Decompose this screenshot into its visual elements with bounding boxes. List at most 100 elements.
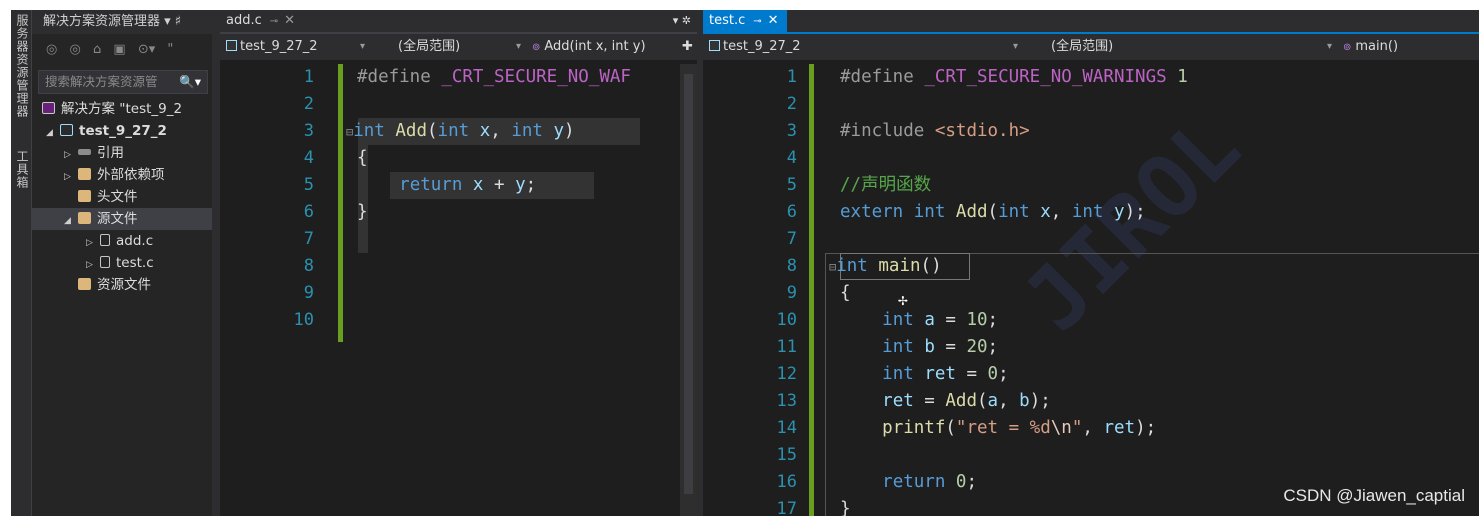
folder-icon	[78, 278, 91, 290]
scrollbar-thumb[interactable]	[684, 74, 693, 494]
switch-views-icon[interactable]: ▣	[113, 42, 125, 57]
back-icon[interactable]: ◎	[46, 42, 57, 57]
server-explorer-tab[interactable]: 服务器资源管理器	[14, 14, 29, 118]
tree-item-source-files[interactable]: ◢ 源文件	[32, 208, 212, 230]
tree-item-solution[interactable]: 解决方案 "test_9_2	[42, 98, 182, 120]
chevron-down-icon[interactable]: ▾	[516, 34, 530, 60]
line-number: 7	[786, 229, 797, 249]
collapsed-arrow-icon[interactable]: ▷	[64, 166, 78, 188]
tree-item-resource-files[interactable]: 资源文件	[78, 274, 151, 296]
line-number: 10	[293, 310, 314, 330]
navigation-bar: test_9_27_2 ▾ (全局范围) ▾ ⊚ Add(int x, int y…	[220, 34, 697, 60]
pin-icon[interactable]: ⊸	[753, 16, 761, 27]
member-dropdown[interactable]: ⊚ main()	[1343, 34, 1463, 61]
project-icon	[226, 40, 237, 51]
collapsed-arrow-icon[interactable]: ▷	[64, 144, 78, 166]
credit-watermark: CSDN @Jiawen_captial	[1283, 486, 1465, 505]
code-line: }	[357, 202, 368, 222]
tab-add-c[interactable]: add.c ⊸ ✕	[220, 10, 303, 32]
solution-explorer-toolbar: ◎ ◎ ⌂ ▣ ⊙▾ "	[32, 34, 212, 66]
navigation-bar: test_9_27_2 ▾ (全局范围) ▾ ⊚ main()	[703, 34, 1479, 60]
change-tracking-bar	[338, 64, 343, 342]
tree-item-add-c[interactable]: ▷ add.c	[86, 230, 153, 252]
solution-explorer: 解决方案资源管理器 ▾ ♯ ◎ ◎ ⌂ ▣ ⊙▾ " 搜索解决方案资源管 🔍▾ …	[32, 10, 212, 516]
code-line: int a = 10;	[882, 310, 999, 330]
collapsed-arrow-icon[interactable]: ▷	[86, 254, 100, 276]
solution-search-input[interactable]: 搜索解决方案资源管 🔍▾	[38, 70, 208, 94]
chevron-down-icon[interactable]: ▾	[360, 34, 372, 60]
line-number: 3	[786, 121, 797, 141]
toolbox-tab[interactable]: 工具箱	[14, 150, 29, 189]
solution-icon	[42, 102, 55, 114]
pin-icon[interactable]: ⊸	[270, 16, 278, 27]
line-number: 4	[303, 148, 314, 168]
code-line: ret = Add(a, b);	[882, 391, 1051, 411]
tree-item-project[interactable]: ◢ test_9_27_2	[46, 120, 167, 142]
search-placeholder: 搜索解决方案资源管	[45, 74, 158, 89]
line-number: 2	[303, 94, 314, 114]
editor-tabbar: test.c ⊸ ✕	[703, 10, 1479, 34]
home-icon[interactable]: ⌂	[93, 42, 101, 57]
line-number: 13	[776, 391, 797, 411]
line-number: 5	[303, 175, 314, 195]
chevron-down-icon[interactable]: ▾	[1327, 34, 1339, 60]
code-line: extern int Add(int x, int y);	[840, 202, 1146, 222]
project-dropdown[interactable]: test_9_27_2	[709, 34, 829, 60]
line-number: 8	[786, 256, 797, 276]
vertical-scrollbar[interactable]	[680, 64, 697, 516]
tree-item-test-c[interactable]: ▷ test.c	[86, 252, 154, 274]
function-icon: ⊚	[1343, 42, 1352, 53]
code-line: int ret = 0;	[882, 364, 1009, 384]
code-line: {	[357, 148, 368, 168]
member-dropdown[interactable]: ⊚ Add(int x, int y)	[532, 34, 682, 61]
solution-explorer-title[interactable]: 解决方案资源管理器 ▾ ♯	[32, 10, 212, 34]
code-line: }	[840, 499, 851, 516]
collapsed-arrow-icon[interactable]: ▷	[86, 232, 100, 254]
history-icon[interactable]: ⊙▾	[138, 42, 155, 57]
code-line: #include <stdio.h>	[840, 121, 1030, 141]
line-number: 9	[786, 283, 797, 303]
forward-icon[interactable]: ◎	[69, 42, 80, 57]
chevron-down-icon[interactable]: ▾	[1013, 34, 1025, 60]
search-icon[interactable]: 🔍▾	[179, 71, 201, 93]
line-number: 1	[786, 67, 797, 87]
scope-dropdown[interactable]: (全局范围)	[1051, 34, 1191, 60]
line-number: 12	[776, 364, 797, 384]
line-number: 6	[303, 202, 314, 222]
split-icon[interactable]: ✚	[682, 34, 696, 60]
tree-item-header-files[interactable]: 头文件	[78, 186, 138, 208]
close-icon[interactable]: ✕	[284, 13, 295, 28]
tab-test-c[interactable]: test.c ⊸ ✕	[703, 10, 787, 32]
code-line: int b = 20;	[882, 337, 999, 357]
close-icon[interactable]: ✕	[768, 13, 779, 28]
expanded-arrow-icon[interactable]: ◢	[46, 122, 60, 144]
side-tool-strip: 服务器资源管理器 工具箱	[11, 10, 32, 516]
folder-icon	[78, 212, 91, 224]
editor-tabbar: add.c ⊸ ✕ ▾ ✲	[220, 10, 697, 34]
line-number: 5	[786, 175, 797, 195]
project-icon	[709, 40, 720, 51]
project-icon	[60, 124, 73, 136]
code-line: {	[840, 283, 851, 303]
code-line: printf("ret = %d\n", ret);	[882, 418, 1157, 438]
code-line: #define _CRT_SECURE_NO_WAF	[357, 67, 631, 87]
overflow-icon[interactable]: "	[167, 42, 173, 57]
line-number: 4	[786, 148, 797, 168]
c-file-icon	[100, 256, 110, 268]
code-line: return 0;	[882, 472, 978, 492]
external-deps-icon	[78, 168, 91, 180]
line-number: 8	[303, 256, 314, 276]
editor-add-c: add.c ⊸ ✕ ▾ ✲ test_9_27_2 ▾ (全局范围) ▾ ⊚ Add(…	[220, 10, 697, 516]
tab-tools[interactable]: ▾ ✲	[673, 10, 691, 32]
line-number: 15	[776, 445, 797, 465]
line-number: 6	[786, 202, 797, 222]
line-number: 1	[303, 67, 314, 87]
scope-dropdown[interactable]: (全局范围)	[398, 34, 518, 60]
references-icon	[78, 149, 91, 155]
code-line: //声明函数	[840, 175, 932, 195]
tree-item-references[interactable]: ▷ 引用	[64, 142, 124, 164]
tree-item-external-deps[interactable]: ▷ 外部依赖项	[64, 164, 165, 186]
change-tracking-bar	[809, 64, 814, 516]
expanded-arrow-icon[interactable]: ◢	[64, 210, 78, 232]
project-dropdown[interactable]: test_9_27_2	[226, 34, 358, 60]
